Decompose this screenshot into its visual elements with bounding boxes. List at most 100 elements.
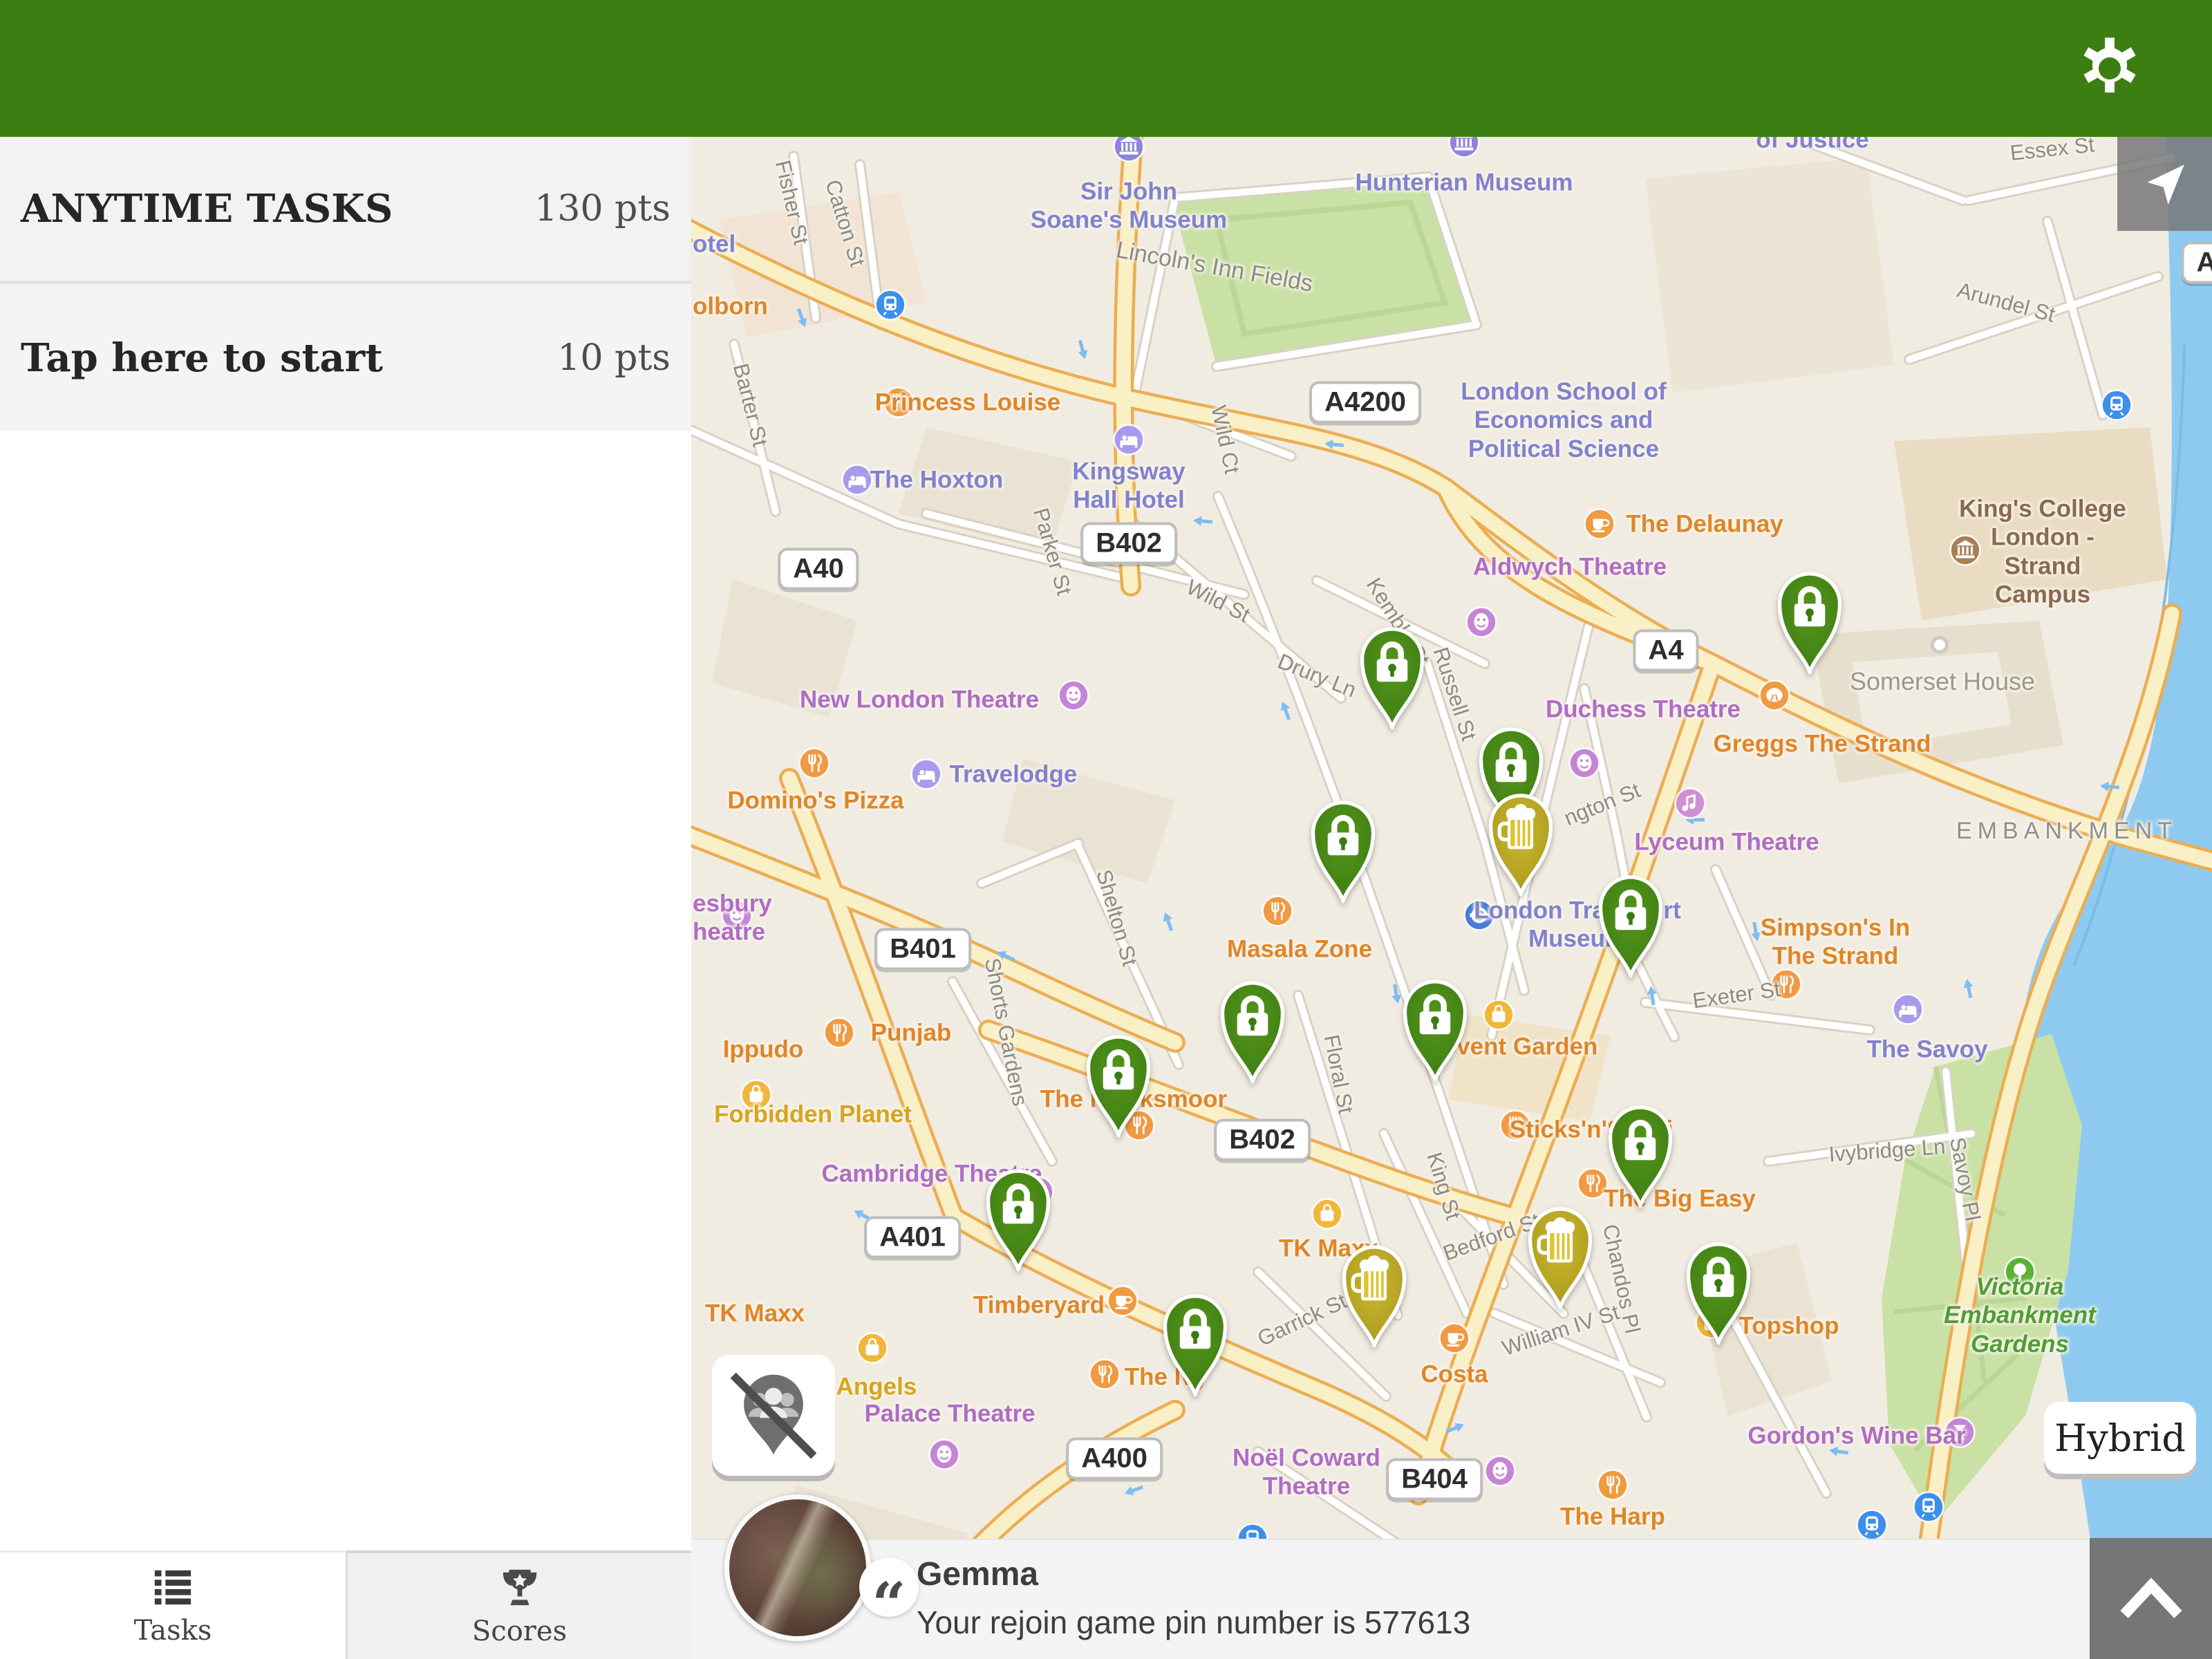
expand-panel-button[interactable] xyxy=(2090,1538,2212,1659)
map-label: Lyceum Theatre xyxy=(1634,827,1819,856)
coffee-poi-icon xyxy=(1438,1322,1470,1354)
tab-tasks[interactable]: Tasks xyxy=(0,1550,346,1659)
map-label: EMBANKMENT xyxy=(1956,817,2177,845)
map-label: Wild Ct xyxy=(1206,403,1245,476)
transit-poi-icon xyxy=(2101,389,2133,421)
map-label: Ippudo xyxy=(723,1035,804,1063)
lock-pin[interactable] xyxy=(1682,1237,1755,1344)
lock-pin[interactable] xyxy=(1159,1289,1232,1396)
map-label: Essex St xyxy=(2009,137,2095,167)
map-label: Arundel St xyxy=(1954,278,2057,328)
map-label: Angels xyxy=(836,1372,917,1400)
map-label: The Harp xyxy=(1560,1502,1665,1530)
road-badge: B402 xyxy=(1080,523,1177,565)
map-label: Wild St xyxy=(1182,574,1254,628)
map-label: otel xyxy=(693,229,735,258)
masks-poi-icon xyxy=(1568,747,1600,779)
bed-poi-icon xyxy=(1113,424,1145,456)
map-label: Victoria Embankment Gardens xyxy=(1924,1273,2116,1358)
beer-pin[interactable] xyxy=(1338,1240,1411,1347)
map-label: Forbidden Planet xyxy=(714,1100,912,1128)
beer-pin[interactable] xyxy=(1484,789,1557,896)
task-row-anytime[interactable]: ANYTIME TASKS 130 pts xyxy=(0,137,691,284)
map-annotations: of JusticeEssex StSir John Soane's Museu… xyxy=(691,137,2212,1659)
tab-scores[interactable]: Scores xyxy=(346,1550,691,1659)
quote-icon: “ xyxy=(859,1557,919,1617)
bed-poi-icon xyxy=(910,758,942,790)
map-label: Greggs The Strand xyxy=(1713,729,1931,758)
lock-pin[interactable] xyxy=(1398,975,1472,1082)
bag-poi-icon xyxy=(856,1332,888,1364)
map-label: Kingsway Hall Hotel xyxy=(1072,458,1185,515)
coffee-poi-icon xyxy=(1584,508,1615,540)
map-label: Timberyard xyxy=(973,1291,1105,1319)
map-label: London School of Economics and Political… xyxy=(1461,377,1666,463)
bottom-tab-bar: Tasks Scores xyxy=(0,1550,691,1659)
map-label: Fisher St xyxy=(769,158,814,247)
map-label: Travelodge xyxy=(950,760,1078,788)
masks-poi-icon xyxy=(928,1438,960,1470)
map-label: Catton St xyxy=(820,177,870,270)
trophy-icon xyxy=(498,1566,541,1609)
map-label: Palace Theatre xyxy=(864,1399,1035,1427)
locate-button[interactable] xyxy=(2117,137,2212,231)
dot-poi-icon xyxy=(1924,629,1956,661)
tab-label: Tasks xyxy=(134,1615,212,1647)
road-badge: A4 xyxy=(1633,630,1698,672)
map-label: Costa xyxy=(1421,1360,1488,1388)
gear-icon xyxy=(2075,34,2144,103)
hide-players-icon xyxy=(728,1370,819,1461)
map-label: The Savoy xyxy=(1866,1035,1987,1063)
bed-poi-icon xyxy=(1892,993,1924,1025)
museum-poi-icon xyxy=(1448,137,1480,158)
transit-poi-icon xyxy=(874,289,906,321)
lock-pin[interactable] xyxy=(1356,622,1429,729)
coffee-poi-icon xyxy=(1107,1285,1138,1317)
map-label: of Justice xyxy=(1756,137,1868,154)
lock-pin[interactable] xyxy=(1773,567,1846,674)
map-label: TK Maxx xyxy=(705,1299,805,1327)
map-label: olborn xyxy=(693,292,768,320)
road-badge: B401 xyxy=(874,928,971,971)
player-name: Gemma xyxy=(917,1555,1038,1593)
map-label: King St xyxy=(1421,1150,1465,1223)
bag-poi-icon xyxy=(1311,1198,1343,1230)
masks-poi-icon xyxy=(1465,606,1497,638)
map-label: Russell St xyxy=(1427,644,1481,744)
task-label: ANYTIME TASKS xyxy=(21,186,393,232)
lock-pin[interactable] xyxy=(982,1164,1055,1271)
road-badge: A400 xyxy=(1066,1438,1163,1480)
avatar[interactable]: “ xyxy=(724,1494,871,1641)
map-label: Barter St xyxy=(727,361,772,449)
map-label: Gordon's Wine Bar xyxy=(1747,1421,1965,1450)
map-label: Parker St xyxy=(1028,505,1077,598)
map-label: King's College London - Strand Campus xyxy=(1958,494,2128,608)
lock-pin[interactable] xyxy=(1604,1100,1677,1208)
lock-pin[interactable] xyxy=(1594,870,1667,977)
rail-poi-icon xyxy=(1856,1509,1888,1541)
bag-poi-icon xyxy=(1483,999,1515,1031)
lock-pin[interactable] xyxy=(1306,796,1380,903)
settings-button[interactable] xyxy=(2071,30,2148,107)
map-label: ngton St xyxy=(1561,778,1644,831)
map-label: Punjab xyxy=(871,1018,952,1047)
map-label: Garrick St xyxy=(1254,1288,1351,1351)
map-label: Noël Coward Theatre xyxy=(1232,1444,1380,1501)
lock-pin[interactable] xyxy=(1216,976,1289,1083)
road-badge: B404 xyxy=(1386,1459,1483,1501)
road-badge: A40 xyxy=(778,548,859,590)
map-label: Floral St xyxy=(1318,1033,1358,1116)
map[interactable]: of JusticeEssex StSir John Soane's Museu… xyxy=(691,137,2212,1659)
navigation-arrow-icon xyxy=(2139,158,2191,209)
rejoin-pin-message: Your rejoin game pin number is 577613 xyxy=(917,1604,1470,1641)
beer-pin[interactable] xyxy=(1524,1202,1597,1309)
task-row-start[interactable]: Tap here to start 10 pts xyxy=(0,284,691,431)
map-type-button[interactable]: Hybrid xyxy=(2044,1402,2196,1474)
hide-players-button[interactable] xyxy=(712,1355,835,1476)
road-badge: A401 xyxy=(864,1217,961,1259)
lock-pin[interactable] xyxy=(1082,1030,1155,1137)
map-label: Domino's Pizza xyxy=(727,786,903,814)
task-label: Tap here to start xyxy=(21,335,383,381)
map-label: Princess Louise xyxy=(875,388,1060,416)
app-screen: ANYTIME TASKS 130 pts Tap here to start … xyxy=(0,0,2212,1659)
